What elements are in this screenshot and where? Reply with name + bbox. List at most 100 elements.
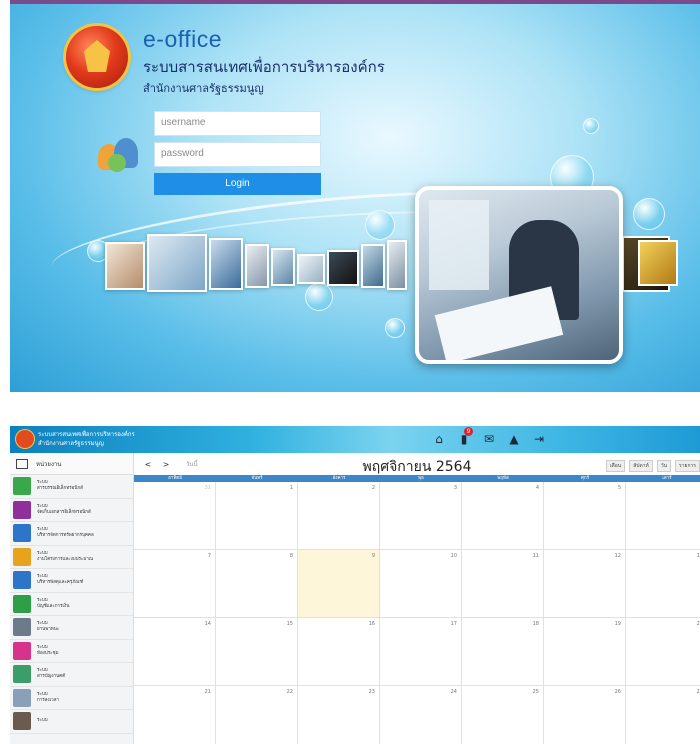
sidebar-item-name: บริหารจัดการทรัพยากรบุคคล: [37, 533, 94, 539]
meeting-icon: [13, 641, 31, 660]
photo-tile: [245, 244, 269, 288]
calendar-week: 21 22 23 24 25 26 27: [134, 686, 700, 744]
calendar-day[interactable]: 4: [462, 482, 544, 550]
sidebar-item-name: งานโครงการและงบประมาณ: [37, 556, 93, 562]
calendar-day[interactable]: 8: [216, 550, 298, 618]
calendar-day[interactable]: 20: [626, 618, 700, 686]
calendar-day[interactable]: 5: [544, 482, 626, 550]
day-number: 14: [204, 621, 211, 627]
sidebar-item[interactable]: ระบบ จัดเก็บเอกสารอิเล็กทรอนิกส์: [10, 499, 133, 522]
day-number: 31: [204, 485, 211, 491]
calendar-week: 7 8 9 10 11 12 13: [134, 550, 700, 618]
password-input[interactable]: password: [154, 142, 321, 167]
month-calendar: อาทิตย์ จันทร์ อังคาร พุธ พฤหัส ศุกร์ เสาร์ 31…: [134, 475, 700, 744]
sidebar-item[interactable]: ระบบ สารบรรณอิเล็กทรอนิกส์: [10, 475, 133, 499]
calendar-day[interactable]: 23: [298, 686, 380, 744]
photo-tile: [387, 240, 407, 290]
day-number: 1: [289, 485, 293, 491]
calendar-day[interactable]: 24: [380, 686, 462, 744]
sidebar-item[interactable]: ระบบ: [10, 710, 133, 734]
calendar-day-today[interactable]: 9: [298, 550, 380, 618]
photo-tile: [361, 244, 385, 288]
calendar-day[interactable]: 16: [298, 618, 380, 686]
brand-title: e-office: [143, 26, 223, 52]
day-number: 27: [696, 689, 700, 695]
sidebar-item-label: ระบบ จัดเก็บเอกสารอิเล็กทรอนิกส์: [37, 504, 91, 516]
list-icon: [16, 458, 28, 469]
clock-icon: [13, 688, 31, 707]
calendar-day[interactable]: 21: [134, 686, 216, 744]
day-number: 25: [532, 689, 539, 695]
weekday-label: ศุกร์: [581, 476, 589, 481]
calendar-day[interactable]: 3: [380, 482, 462, 550]
calendar-day[interactable]: 10: [380, 550, 462, 618]
calendar-day[interactable]: 17: [380, 618, 462, 686]
sidebar-item-name: บัญชีและการเงิน: [37, 603, 70, 609]
decorative-bubble: [385, 318, 405, 338]
sidebar-item[interactable]: ระบบ การลงเวลา: [10, 687, 133, 710]
sidebar-item-label: ระบบ งานโครงการและงบประมาณ: [37, 551, 93, 563]
mail-icon[interactable]: ✉: [482, 432, 496, 446]
view-button[interactable]: วัน: [656, 460, 672, 472]
bell-icon[interactable]: ▲: [507, 432, 521, 446]
calendar-day[interactable]: 31: [134, 482, 216, 550]
day-number: 2: [371, 485, 375, 491]
calendar-day[interactable]: 11: [462, 550, 544, 618]
calendar-day[interactable]: 2: [298, 482, 380, 550]
calendar-day[interactable]: 25: [462, 686, 544, 744]
sidebar-item[interactable]: ระบบ ยานพาหนะ: [10, 616, 133, 640]
notification-icon[interactable]: ▮ 9: [457, 427, 473, 446]
sidebar-item[interactable]: ระบบ ห้องประชุม: [10, 640, 133, 663]
sidebar-header[interactable]: หน่วยงาน: [10, 453, 133, 475]
decorative-bubble: [583, 118, 599, 134]
notification-badge: 9: [464, 427, 473, 436]
sidebar-header-label: หน่วยงาน: [36, 460, 62, 468]
weekday-label: เสาร์: [662, 476, 672, 481]
sidebar-item[interactable]: ระบบ งานโครงการและงบประมาณ: [10, 546, 133, 569]
header-icon-bar: ⌂ ▮ 9 ✉ ▲ ⇥: [432, 427, 546, 446]
sidebar-item[interactable]: ระบบ บัญชีและการเงิน: [10, 593, 133, 616]
day-number: 17: [450, 621, 457, 627]
calendar-day[interactable]: 7: [134, 550, 216, 618]
calendar-day[interactable]: 18: [462, 618, 544, 686]
day-number: 22: [286, 689, 293, 695]
calendar-day[interactable]: 13: [626, 550, 700, 618]
sidebar-item[interactable]: ระบบ สารบัญงานคดี: [10, 663, 133, 687]
login-button[interactable]: Login: [154, 173, 321, 195]
day-number: 10: [450, 553, 457, 559]
calendar-day[interactable]: 15: [216, 618, 298, 686]
day-number: 15: [286, 621, 293, 627]
calendar-day[interactable]: 22: [216, 686, 298, 744]
weekday-label: พฤหัส: [497, 476, 509, 481]
sidebar-item-name: บริหารพัสดุและครุภัณฑ์: [37, 580, 84, 586]
calendar-day[interactable]: 19: [544, 618, 626, 686]
decorative-bubble: [365, 210, 395, 240]
calendar-day[interactable]: 6: [626, 482, 700, 550]
day-number: 21: [204, 689, 211, 695]
home-icon[interactable]: ⌂: [432, 432, 446, 446]
photo-tile: [638, 240, 678, 286]
calendar-day[interactable]: 12: [544, 550, 626, 618]
sidebar-item[interactable]: ระบบ บริหารพัสดุและครุภัณฑ์: [10, 569, 133, 593]
day-number: 18: [532, 621, 539, 627]
case-icon: [13, 665, 31, 684]
calendar-day[interactable]: 14: [134, 618, 216, 686]
day-number: 16: [368, 621, 375, 627]
sidebar-item-name: ยานพาหนะ: [37, 627, 60, 633]
view-button[interactable]: สัปดาห์: [629, 460, 653, 472]
view-button[interactable]: รายการ: [675, 460, 700, 472]
calendar-day[interactable]: 26: [544, 686, 626, 744]
sidebar-item-label: ระบบ บริหารจัดการทรัพยากรบุคคล: [37, 527, 94, 539]
sidebar-item[interactable]: ระบบ บริหารจัดการทรัพยากรบุคคล: [10, 522, 133, 546]
day-number: 4: [535, 485, 539, 491]
logout-icon[interactable]: ⇥: [532, 432, 546, 446]
sidebar-item-label: ระบบ ยานพาหนะ: [37, 621, 59, 633]
view-button[interactable]: เดือน: [605, 460, 626, 472]
calendar-app: ระบบสารสนเทศเพื่อการบริหารองค์กร สำนักงา…: [10, 426, 700, 744]
calendar-day[interactable]: 27: [626, 686, 700, 744]
photo-tile: [209, 238, 243, 290]
photo-tile: [271, 248, 295, 286]
calendar-day[interactable]: 1: [216, 482, 298, 550]
weekday-label: จันทร์: [251, 476, 263, 481]
username-input[interactable]: username: [154, 111, 321, 136]
